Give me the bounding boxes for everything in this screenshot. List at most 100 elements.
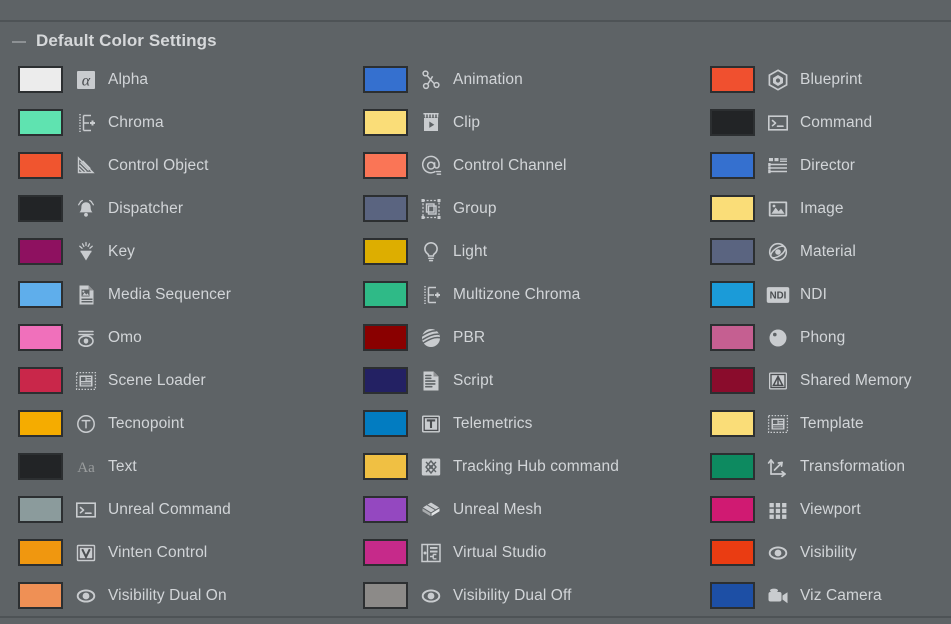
color-setting-label: Chroma [108, 113, 164, 131]
color-swatch-telemetrics[interactable] [363, 410, 408, 437]
color-setting-row-telemetrics: Telemetrics [350, 402, 700, 445]
color-swatch-multizone-chroma[interactable] [363, 281, 408, 308]
color-setting-row-phong: Phong [700, 316, 951, 359]
color-swatch-visibility[interactable] [710, 539, 755, 566]
color-swatch-clip[interactable] [363, 109, 408, 136]
color-setting-label: Visibility Dual On [108, 586, 227, 604]
color-swatch-visibility-dual-off[interactable] [363, 582, 408, 609]
video-camera-icon [765, 583, 791, 609]
vinten-v-icon [73, 540, 99, 566]
color-swatch-viz-camera[interactable] [710, 582, 755, 609]
color-swatch-viewport[interactable] [710, 496, 755, 523]
color-setting-label: Visibility Dual Off [453, 586, 572, 604]
color-setting-label: Image [800, 199, 844, 217]
color-setting-row-shared-memory: Shared Memory [700, 359, 951, 402]
color-setting-label: Tecnopoint [108, 414, 184, 432]
color-swatch-virtual-studio[interactable] [363, 539, 408, 566]
color-setting-row-light: Light [350, 230, 700, 273]
color-setting-row-unreal-command: Unreal Command [0, 488, 350, 531]
text-aa-icon: Aa [73, 454, 99, 480]
color-swatch-unreal-command[interactable] [18, 496, 63, 523]
light-bulb-icon [418, 239, 444, 265]
color-swatch-tracking-hub-command[interactable] [363, 453, 408, 480]
color-setting-label: Control Object [108, 156, 209, 174]
at-channel-icon [418, 153, 444, 179]
color-swatch-control-object[interactable] [18, 152, 63, 179]
color-setting-row-pbr: PBR [350, 316, 700, 359]
color-swatch-animation[interactable] [363, 66, 408, 93]
color-swatch-blueprint[interactable] [710, 66, 755, 93]
color-setting-row-director: Director [700, 144, 951, 187]
color-setting-row-visibility-dual-off: Visibility Dual Off [350, 574, 700, 617]
color-swatch-group[interactable] [363, 195, 408, 222]
color-setting-row-command: Command [700, 101, 951, 144]
color-swatch-transformation[interactable] [710, 453, 755, 480]
color-setting-row-unreal-mesh: Unreal Mesh [350, 488, 700, 531]
color-setting-label: Material [800, 242, 856, 260]
group-frame-icon [418, 196, 444, 222]
color-swatch-light[interactable] [363, 238, 408, 265]
color-swatch-director[interactable] [710, 152, 755, 179]
color-setting-label: Multizone Chroma [453, 285, 581, 303]
tecnopoint-circle-t-icon [73, 411, 99, 437]
color-swatch-scene-loader[interactable] [18, 367, 63, 394]
chroma-key-add-icon [418, 282, 444, 308]
color-setting-row-dispatcher: Dispatcher [0, 187, 350, 230]
color-swatch-template[interactable] [710, 410, 755, 437]
transformation-axis-icon [765, 454, 791, 480]
color-swatch-command[interactable] [710, 109, 755, 136]
color-setting-label: Omo [108, 328, 142, 346]
color-swatch-phong[interactable] [710, 324, 755, 351]
color-swatch-chroma[interactable] [18, 109, 63, 136]
color-swatch-omo[interactable] [18, 324, 63, 351]
color-setting-row-omo: Omo [0, 316, 350, 359]
color-swatch-control-channel[interactable] [363, 152, 408, 179]
color-setting-row-key: Key [0, 230, 350, 273]
color-setting-label: Unreal Command [108, 500, 231, 518]
pbr-sphere-icon [418, 325, 444, 351]
color-swatch-tecnopoint[interactable] [18, 410, 63, 437]
color-setting-row-control-channel: Control Channel [350, 144, 700, 187]
virtual-studio-icon [418, 540, 444, 566]
color-swatch-shared-memory[interactable] [710, 367, 755, 394]
color-setting-label: Vinten Control [108, 543, 208, 561]
color-swatch-ndi[interactable] [710, 281, 755, 308]
group-title-dash [12, 41, 26, 43]
director-list-icon [765, 153, 791, 179]
color-swatch-media-sequencer[interactable] [18, 281, 63, 308]
color-swatch-alpha[interactable] [18, 66, 63, 93]
color-setting-row-virtual-studio: Virtual Studio [350, 531, 700, 574]
color-swatch-image[interactable] [710, 195, 755, 222]
color-setting-label: Unreal Mesh [453, 500, 542, 518]
color-setting-row-control-object: Control Object [0, 144, 350, 187]
color-setting-label: Viewport [800, 500, 861, 518]
color-setting-label: Command [800, 113, 873, 131]
color-setting-label: Phong [800, 328, 846, 346]
color-swatch-vinten-control[interactable] [18, 539, 63, 566]
color-swatch-script[interactable] [363, 367, 408, 394]
color-setting-label: Key [108, 242, 136, 260]
color-swatch-material[interactable] [710, 238, 755, 265]
color-setting-label: Script [453, 371, 494, 389]
color-setting-label: Transformation [800, 457, 906, 475]
color-setting-row-text: Aa Text [0, 445, 350, 488]
color-swatch-text[interactable] [18, 453, 63, 480]
color-swatch-unreal-mesh[interactable] [363, 496, 408, 523]
scene-loader-icon [73, 368, 99, 394]
color-swatch-pbr[interactable] [363, 324, 408, 351]
control-object-fan-icon [73, 153, 99, 179]
console-prompt-icon [73, 497, 99, 523]
color-setting-row-chroma: Chroma [0, 101, 350, 144]
color-swatch-key[interactable] [18, 238, 63, 265]
color-setting-label: Virtual Studio [453, 543, 547, 561]
color-setting-label: Dispatcher [108, 199, 184, 217]
color-setting-row-transformation: Transformation [700, 445, 951, 488]
eye-filled-icon [765, 540, 791, 566]
color-setting-row-script: Script [350, 359, 700, 402]
color-setting-label: Telemetrics [453, 414, 533, 432]
color-swatch-dispatcher[interactable] [18, 195, 63, 222]
page-title: Default Color Settings [28, 31, 225, 51]
color-setting-row-image: Image [700, 187, 951, 230]
color-swatch-visibility-dual-on[interactable] [18, 582, 63, 609]
viewport-grid-icon [765, 497, 791, 523]
